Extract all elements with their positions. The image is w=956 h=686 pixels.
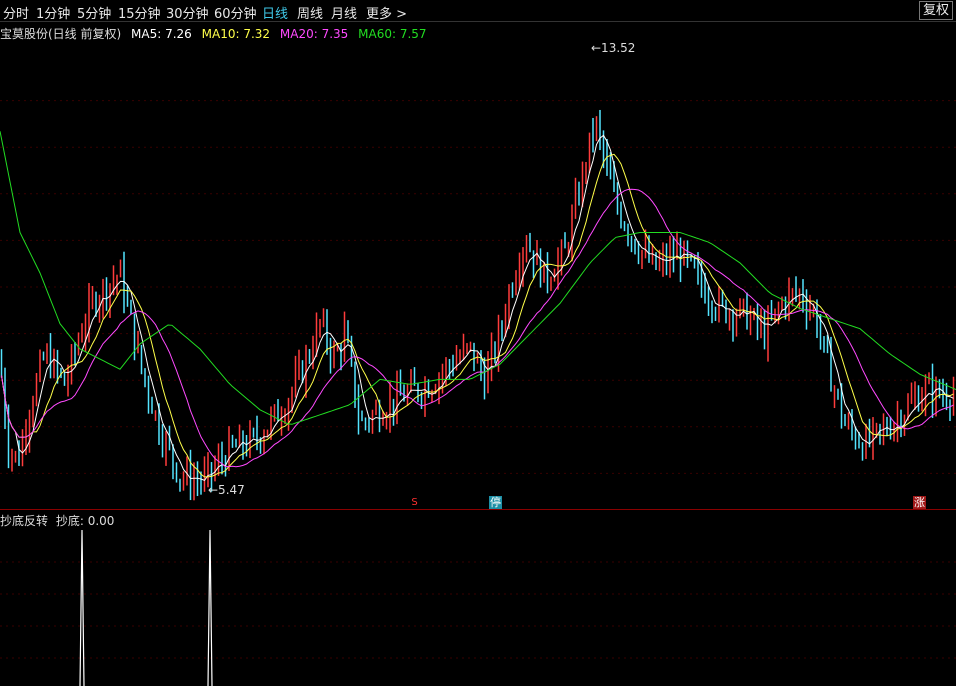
ma5-label: MA5: 7.26: [131, 27, 192, 41]
period-0[interactable]: 分时: [3, 3, 29, 22]
s-badge: S: [411, 497, 418, 508]
period-4[interactable]: 30分钟: [166, 3, 209, 22]
period-toolbar: 分时 1分钟 5分钟 15分钟 30分钟 60分钟 日线 周线 月线 更多 >: [0, 0, 956, 22]
ting-badge: 停: [489, 496, 502, 509]
indicator-spike: [207, 529, 213, 686]
zhang-badge: 涨: [913, 496, 926, 509]
fuquan-button[interactable]: 复权: [919, 1, 953, 20]
ma60-label: MA60: 7.57: [358, 27, 427, 41]
period-8[interactable]: 月线: [331, 3, 357, 22]
kline-chart[interactable]: ←13.52 ←5.47: [0, 40, 956, 506]
ma10-label: MA10: 7.32: [201, 27, 271, 41]
stock-title: 宝莫股份(日线 前复权): [0, 27, 122, 41]
more-periods[interactable]: 更多 >: [366, 3, 407, 22]
period-1[interactable]: 1分钟: [36, 3, 70, 22]
indicator-legend: 抄底反转 抄底: 0.00: [0, 512, 114, 529]
indicator-title: 抄底反转: [0, 514, 49, 528]
ma20-line: [1, 188, 954, 468]
indicator-value: 抄底: 0.00: [55, 514, 115, 528]
ma60-line: [0, 131, 956, 425]
indicator-spike: [79, 529, 85, 686]
period-2[interactable]: 5分钟: [77, 3, 111, 22]
period-7[interactable]: 周线: [297, 3, 323, 22]
high-price-label: ←13.52: [591, 41, 635, 55]
indicator-chart[interactable]: [0, 510, 956, 686]
low-price-label: ←5.47: [208, 483, 245, 497]
ma20-label: MA20: 7.35: [279, 27, 349, 41]
period-3[interactable]: 15分钟: [118, 3, 161, 22]
period-6[interactable]: 日线: [262, 3, 288, 22]
candles: [0, 109, 955, 501]
period-5[interactable]: 60分钟: [214, 3, 257, 22]
